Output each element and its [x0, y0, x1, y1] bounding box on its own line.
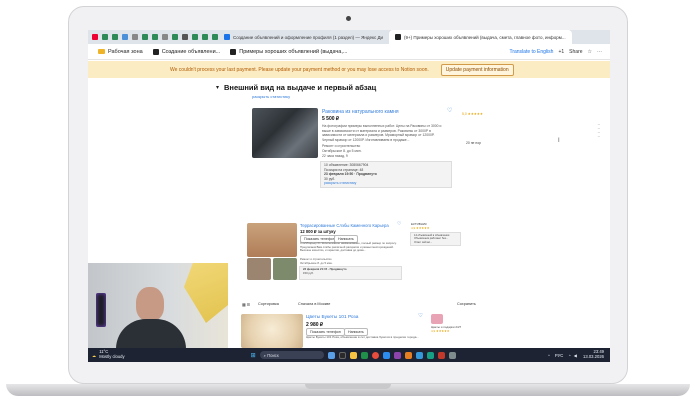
listing3-seller-rating: 4,9 ★★★★★	[431, 329, 450, 333]
listing2-thumb[interactable]	[247, 258, 271, 280]
notion-icon	[230, 48, 237, 55]
laptop-notch	[305, 384, 391, 389]
listing1-rating: 5,0 ★★★★★	[462, 112, 483, 116]
listing1-description: На фотографии примеры выполненных работ.…	[322, 124, 442, 142]
weather-icon[interactable]: ☁	[92, 353, 96, 358]
listing1-posted: 22 часа назад, 9	[322, 154, 348, 158]
listing1-stats: 10 объявление: 3080667904 Позиция на стр…	[320, 161, 452, 188]
notion-icon	[395, 34, 401, 40]
app-icon[interactable]	[382, 351, 390, 359]
tab-notion[interactable]: (9+) Примеры хороших объявлений (выдача,…	[389, 30, 572, 44]
notion-icon	[152, 48, 159, 55]
sheets-icon[interactable]	[202, 34, 208, 40]
tab-yandex-disk[interactable]: Создание объявлений и оформление профиля…	[218, 30, 389, 44]
chrome-icon[interactable]	[371, 351, 379, 359]
text-cursor-icon: I	[558, 138, 560, 144]
listing2-seller-box: 14 объявлений в объявлении Объявления ра…	[410, 232, 461, 246]
listing1-category: Ремонт и строительство	[322, 144, 361, 148]
listing1-price: 5 500 ₽	[322, 116, 340, 122]
screen: Создание объявлений и оформление профиля…	[88, 30, 610, 362]
bookmark-workspace[interactable]: Рабочая зона	[98, 49, 143, 55]
scroll-indicator[interactable]: – – – –	[598, 122, 600, 138]
listing3-title[interactable]: Цветы Букеты 101 Роза	[306, 315, 358, 320]
favorite-heart-icon[interactable]: ♡	[418, 313, 423, 319]
browser-tab-bar: Создание объявлений и оформление профиля…	[88, 30, 610, 44]
language-indicator[interactable]: РУС	[555, 353, 563, 358]
favorite-heart-icon[interactable]: ♡	[447, 107, 452, 114]
favorite-heart-icon[interactable]: ♡	[397, 221, 401, 227]
grid-view-icon[interactable]: ▦ ☰	[242, 302, 250, 307]
sheets-icon[interactable]	[102, 34, 108, 40]
update-payment-button[interactable]: Update payment information	[440, 63, 514, 76]
notion-icon[interactable]	[182, 34, 188, 40]
translate-button[interactable]: Translate to English	[509, 49, 553, 55]
person-head	[136, 287, 164, 321]
app-icon[interactable]	[404, 351, 412, 359]
listing1-side-note: 20 пе пор	[466, 141, 481, 145]
listing3-description: Цветы Букеты 101 Роза, объявление в сет …	[306, 335, 419, 339]
windows-taskbar: ☁ 11°C Mostly cloudy ⊞ ⌕ Поиск ^ РУС ◔ ◀…	[88, 348, 610, 362]
stats-link[interactable]: раскрыть статистику	[252, 94, 290, 99]
sheets-icon[interactable]	[152, 34, 158, 40]
page-heading: Внешний вид на выдаче и первый абзац	[224, 83, 377, 92]
save-search-button[interactable]: Сохранить	[457, 302, 476, 306]
bookmark-create-ads[interactable]: Создание объявлени...	[152, 48, 220, 55]
more-icon[interactable]: ⋯	[597, 49, 602, 55]
toggle-chevron-icon[interactable]: ▾	[216, 84, 219, 91]
bookmark-good-examples[interactable]: Примеры хороших объявлений (выдача,...	[230, 48, 347, 55]
listing2-thumb[interactable]	[273, 258, 297, 280]
windows-start-icon[interactable]: ⊞	[251, 352, 256, 359]
listing2-title[interactable]: Террасированные Слэбы Каменного Карьера	[300, 223, 389, 228]
listing3-image[interactable]	[241, 314, 303, 348]
app-icon[interactable]	[448, 351, 456, 359]
sheets-icon[interactable]	[142, 34, 148, 40]
speaker	[96, 293, 106, 327]
app-icon[interactable]	[327, 351, 335, 359]
listing2-stats: 23 февраля 21:15 · Продвинуто 150 руб.	[299, 266, 402, 280]
listing3-seller-avatar[interactable]	[431, 314, 443, 324]
volume-icon[interactable]: ◀	[574, 353, 577, 358]
sheets-icon[interactable]	[112, 34, 118, 40]
payment-warning-banner: We couldn't process your last payment. P…	[88, 61, 610, 78]
app-icon[interactable]	[426, 351, 434, 359]
sheets-icon[interactable]	[172, 34, 178, 40]
youtube-icon[interactable]	[92, 34, 98, 40]
listing1-location: Октябрьское 8. до 5 мин.	[322, 149, 362, 153]
site-icon[interactable]	[122, 34, 128, 40]
webcam-dot	[346, 16, 351, 21]
site-icon[interactable]	[162, 34, 168, 40]
browser-actions: Translate to English +1 Share ☆ ⋯	[509, 49, 610, 55]
star-icon[interactable]: ☆	[588, 49, 592, 55]
wifi-icon[interactable]: ◔	[568, 353, 571, 358]
weather-widget[interactable]: 11°C Mostly cloudy	[99, 350, 124, 359]
disk-icon	[224, 34, 230, 40]
folder-icon[interactable]	[349, 351, 357, 359]
tray-chevron-icon[interactable]: ^	[548, 353, 550, 358]
listing2-seller-rating: 4,9 ★★★★★	[411, 226, 430, 230]
webcam-overlay	[88, 263, 228, 348]
near-toggle[interactable]: Сначала в Москве	[298, 302, 330, 306]
listing2-description: Слэб/Карьер 01 Эксклюзивное наименование…	[300, 241, 397, 253]
folder-icon	[98, 49, 105, 54]
share-button[interactable]: Share	[569, 49, 582, 55]
sheets-icon[interactable]	[192, 34, 198, 40]
app-icon[interactable]	[393, 351, 401, 359]
app-icon[interactable]	[338, 351, 346, 359]
listing1-image[interactable]	[252, 108, 318, 158]
app-icon[interactable]	[415, 351, 423, 359]
app-icon[interactable]	[360, 351, 368, 359]
bookmarks-bar: Рабочая зона Создание объявлени... Приме…	[88, 44, 610, 60]
app-icon[interactable]	[437, 351, 445, 359]
listing2-location: Октябрьское 8. до 5 мин.	[300, 261, 333, 265]
collaborators-count: +1	[558, 48, 565, 55]
sort-dropdown[interactable]: Сортировка	[258, 302, 279, 306]
listing2-price: 12 000 ₽ за штуку	[300, 229, 336, 234]
banner-message: We couldn't process your last payment. P…	[170, 66, 429, 73]
system-clock[interactable]: 23:49 13.03.2026	[583, 350, 610, 359]
listing1-title[interactable]: Раковина из натурального камня	[322, 109, 399, 115]
listing2-image[interactable]	[247, 223, 297, 257]
site-icon[interactable]	[132, 34, 138, 40]
taskbar-search[interactable]: ⌕ Поиск	[259, 351, 324, 359]
